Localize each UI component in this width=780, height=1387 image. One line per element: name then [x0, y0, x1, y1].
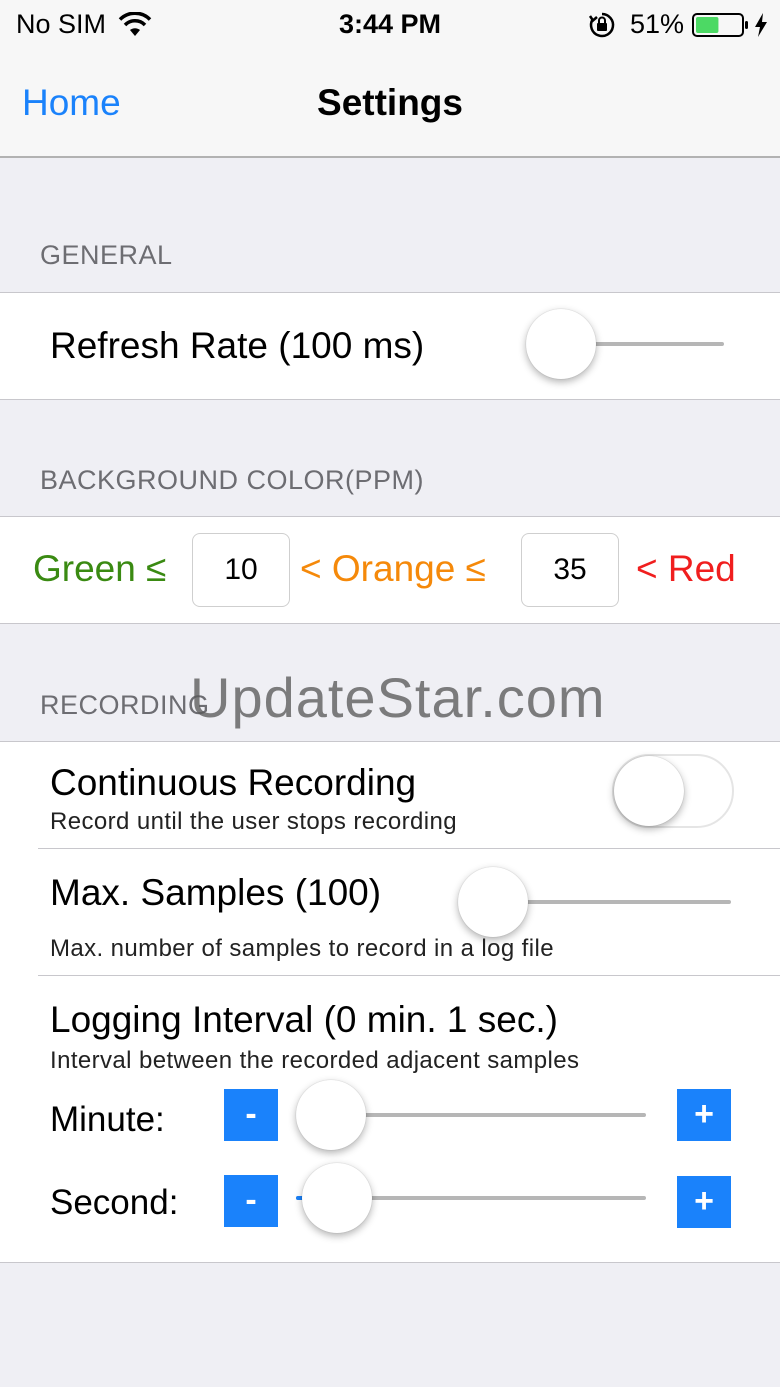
- slider-thumb[interactable]: [526, 309, 596, 379]
- second-slider[interactable]: [296, 1163, 646, 1233]
- minute-label: Minute:: [50, 1100, 165, 1139]
- section-header-background-color: BACKGROUND COLOR(PPM): [40, 465, 425, 495]
- slider-thumb[interactable]: [458, 867, 528, 937]
- continuous-recording-sublabel: Record until the user stops recording: [50, 808, 458, 835]
- status-bar: No SIM 3:44 PM 51%: [0, 0, 780, 52]
- max-samples-slider[interactable]: [458, 867, 731, 937]
- minute-increment-button[interactable]: +: [677, 1089, 731, 1141]
- continuous-recording-switch[interactable]: [612, 754, 734, 828]
- charging-bolt-icon: [755, 12, 767, 37]
- logging-interval-label: Logging Interval (0 min. 1 sec.): [50, 999, 558, 1040]
- second-increment-button[interactable]: +: [677, 1176, 731, 1228]
- rotation-lock-icon: [588, 12, 615, 37]
- continuous-recording-label: Continuous Recording: [50, 762, 417, 803]
- section-header-general: GENERAL: [40, 240, 173, 270]
- orange-threshold-input[interactable]: 35: [521, 533, 619, 607]
- red-label: < Red: [636, 548, 736, 589]
- section-header-recording: RECORDING: [40, 690, 210, 720]
- refresh-rate-label: Refresh Rate (100 ms): [50, 325, 425, 366]
- minute-slider[interactable]: [296, 1080, 646, 1150]
- green-label: Green ≤: [33, 548, 167, 589]
- switch-knob: [614, 756, 684, 826]
- minute-decrement-button[interactable]: -: [224, 1089, 278, 1141]
- second-label: Second:: [50, 1183, 179, 1222]
- watermark: UpdateStar.com: [190, 666, 606, 729]
- status-right: 51%: [588, 9, 768, 40]
- navigation-bar: Home Settings: [0, 52, 780, 158]
- page-title: Settings: [317, 82, 463, 123]
- recording-group: Continuous Recording Record until the us…: [0, 741, 780, 1263]
- max-samples-sublabel: Max. number of samples to record in a lo…: [50, 935, 554, 962]
- logging-interval-sublabel: Interval between the recorded adjacent s…: [50, 1047, 580, 1074]
- general-group: Refresh Rate (100 ms): [0, 292, 780, 400]
- refresh-rate-slider[interactable]: [526, 309, 724, 379]
- orange-label: < Orange ≤: [300, 548, 486, 589]
- max-samples-label: Max. Samples (100): [50, 872, 382, 913]
- slider-thumb[interactable]: [301, 1163, 372, 1233]
- row-divider: [38, 848, 780, 849]
- slider-thumb[interactable]: [296, 1080, 366, 1150]
- second-decrement-button[interactable]: -: [224, 1175, 278, 1227]
- row-divider: [38, 975, 780, 976]
- battery-icon: [692, 12, 748, 37]
- battery-percent: 51%: [629, 9, 684, 39]
- green-threshold-input[interactable]: 10: [192, 533, 290, 607]
